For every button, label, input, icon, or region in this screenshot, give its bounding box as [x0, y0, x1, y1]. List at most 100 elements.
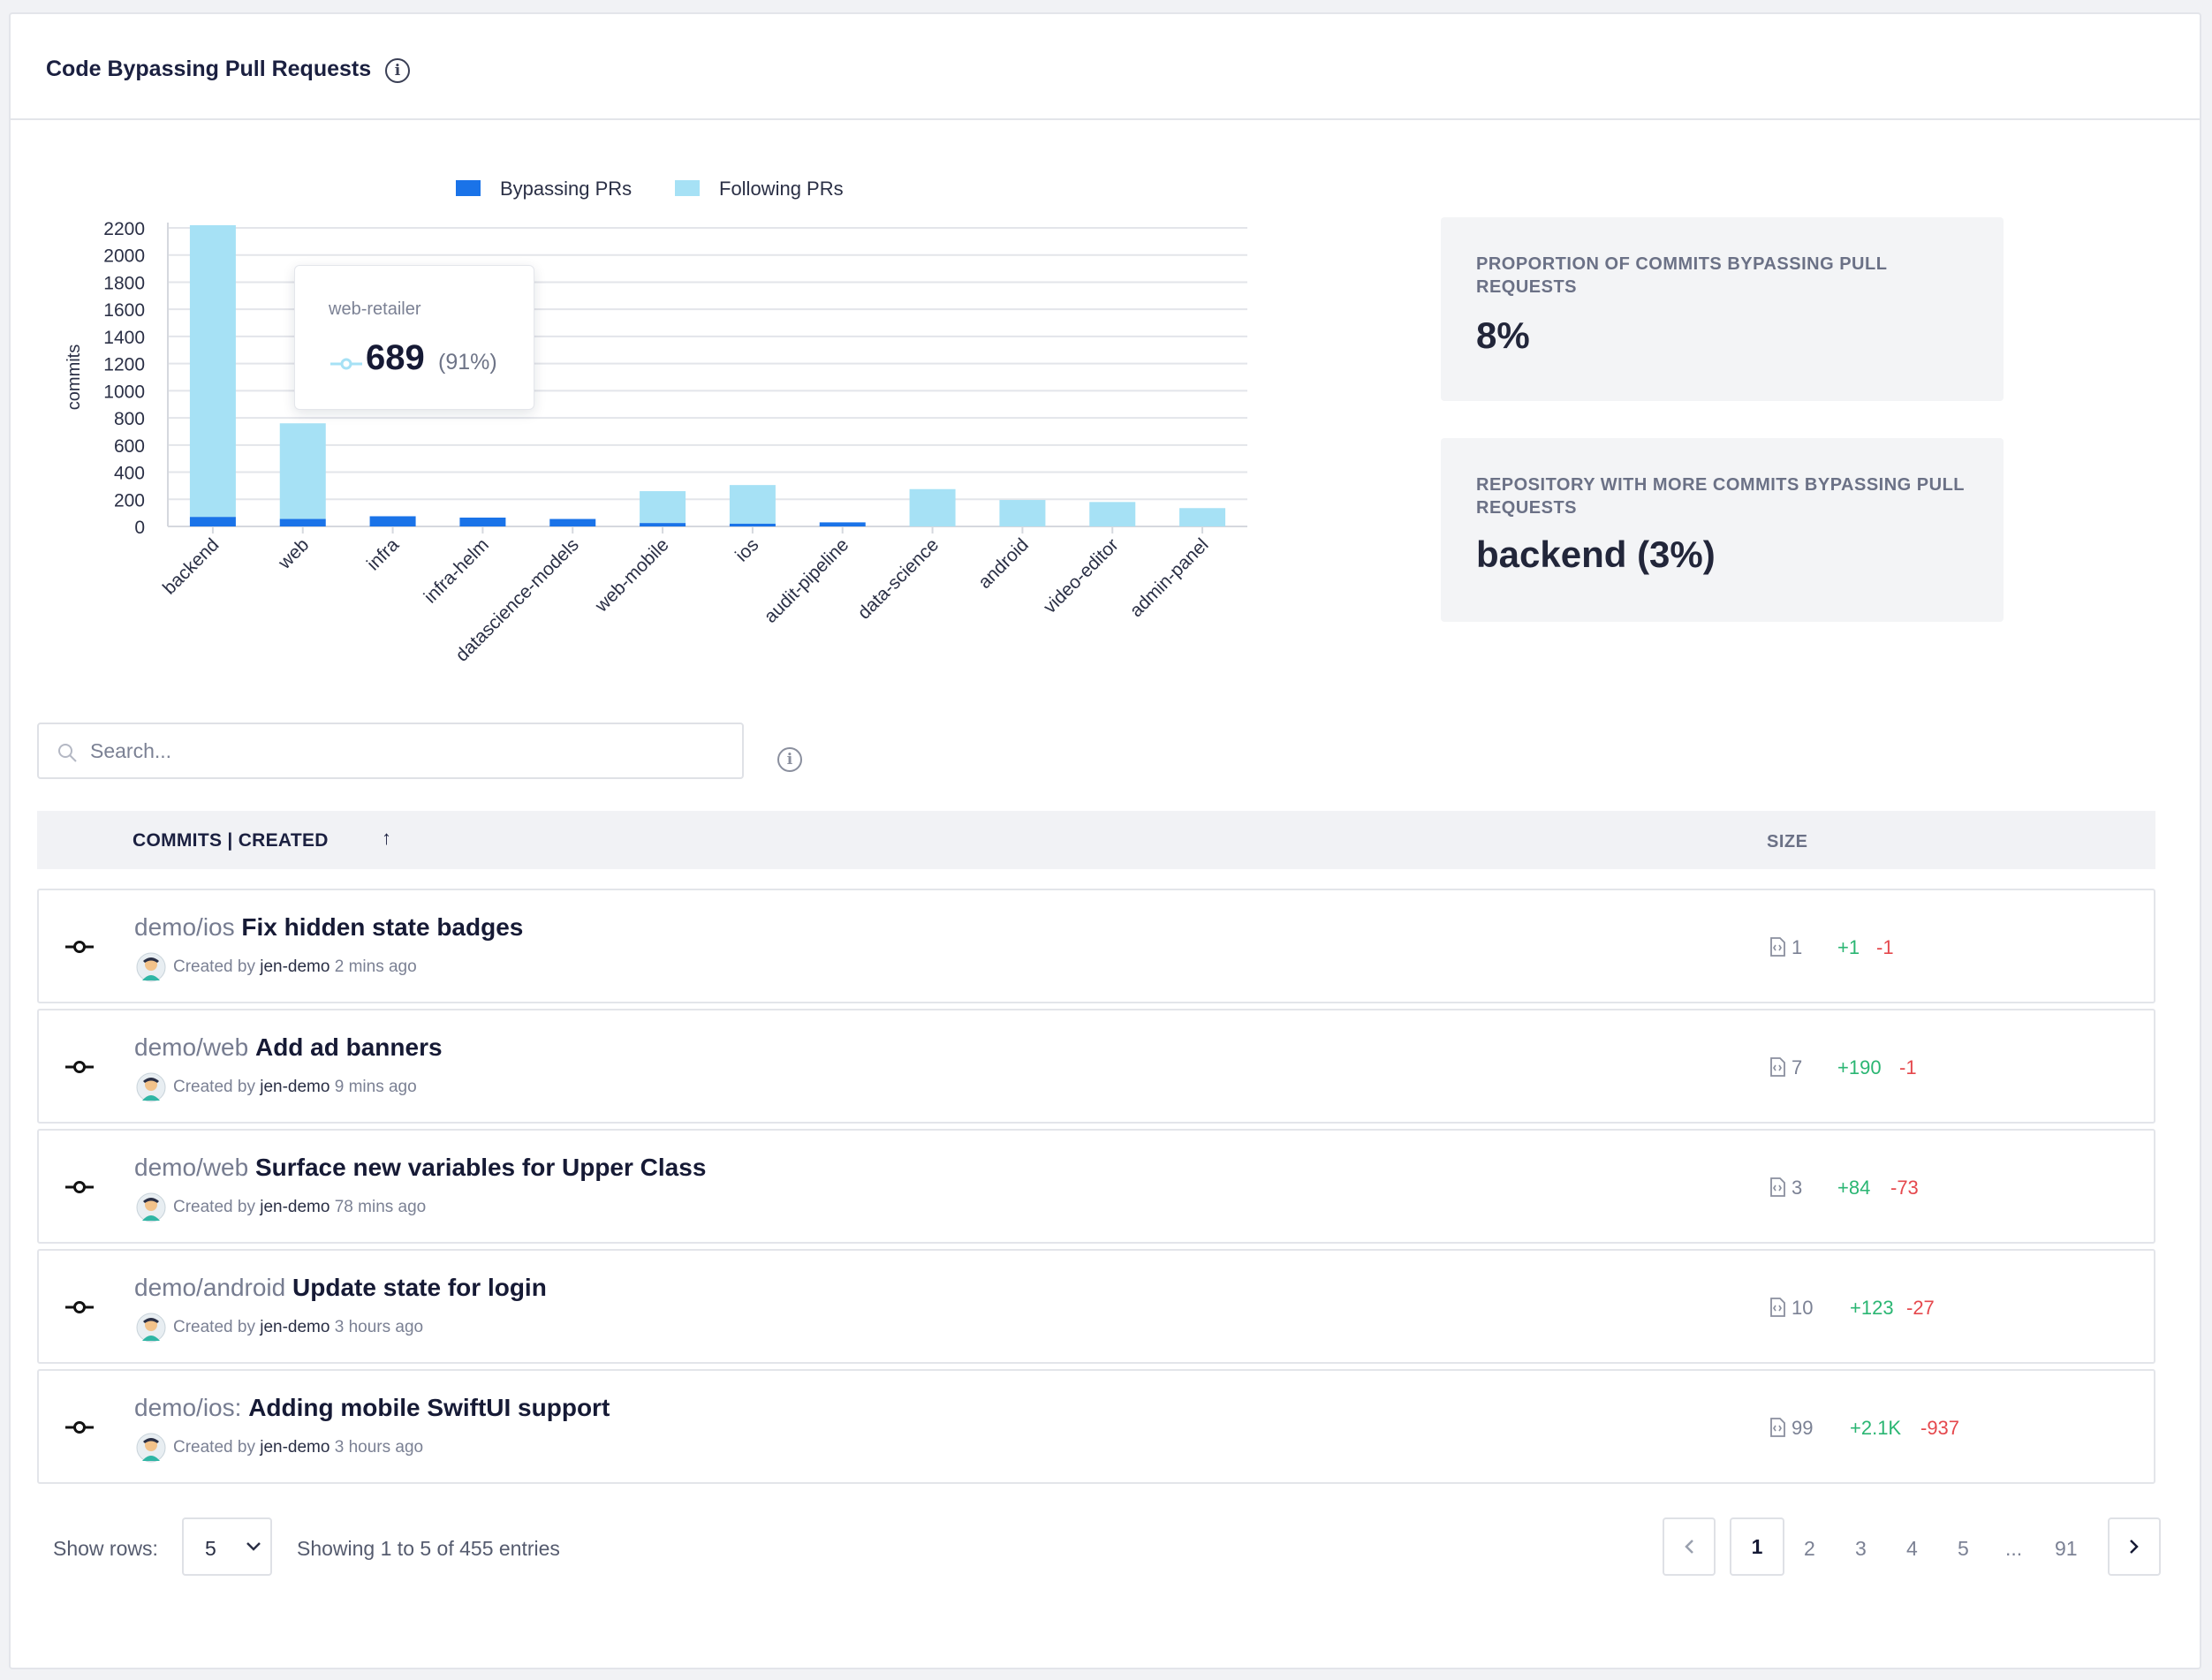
bar-bypassing-backend[interactable] — [189, 517, 236, 526]
commit-time: 3 hours ago — [334, 1438, 424, 1457]
legend-swatch-bypassing[interactable] — [456, 180, 481, 196]
table-row[interactable]: demo/ios Fix hidden state badges Created … — [37, 889, 2155, 1003]
lines-removed: -937 — [1920, 1417, 1960, 1439]
commit-author[interactable]: jen-demo — [260, 957, 330, 976]
legend-label-bypassing[interactable]: Bypassing PRs — [500, 178, 632, 200]
files-changed: 7 — [1792, 1056, 1803, 1078]
created-by-label: Created by — [173, 1198, 255, 1216]
lines-removed: -27 — [1906, 1297, 1935, 1319]
bar-following-admin-panel[interactable] — [1179, 508, 1226, 526]
table-row[interactable]: demo/web Add ad banners Created by jen-de… — [37, 1009, 2155, 1124]
table-row[interactable]: demo/android Update state for login Creat… — [37, 1249, 2155, 1364]
stat-label: REPOSITORY WITH MORE COMMITS BYPASSING P… — [1476, 475, 1965, 518]
table-row[interactable]: demo/web Surface new variables for Upper… — [37, 1129, 2155, 1244]
x-tick-label-audit-pipeline: audit-pipeline — [761, 534, 853, 627]
previous-page-button[interactable] — [1663, 1517, 1716, 1576]
show-rows-label: Show rows: — [53, 1537, 158, 1560]
table-row[interactable]: demo/ios: Adding mobile SwiftUI support C… — [37, 1369, 2155, 1484]
rows-per-page-value: 5 — [205, 1537, 216, 1560]
files-changed: 3 — [1792, 1177, 1803, 1199]
chevron-right-icon — [2130, 1540, 2139, 1554]
x-tick-label-web-mobile: web-mobile — [591, 534, 673, 617]
commit-author[interactable]: jen-demo — [260, 1318, 330, 1336]
bar-bypassing-infra-helm[interactable] — [459, 518, 506, 526]
commit-message[interactable]: Update state for login — [292, 1274, 547, 1301]
bar-bypassing-infra[interactable] — [369, 516, 416, 526]
commit-repo[interactable]: demo/ios: — [134, 1394, 241, 1421]
bar-bypassing-web[interactable] — [279, 518, 326, 526]
x-tick-label-ios: ios — [731, 534, 762, 565]
y-tick-label: 800 — [114, 409, 145, 429]
commit-title[interactable]: demo/android Update state for login — [134, 1274, 547, 1302]
page-current[interactable]: 1 — [1730, 1517, 1784, 1576]
commit-meta: Created by jen-demo 3 hours ago — [173, 1438, 423, 1457]
bar-bypassing-audit-pipeline[interactable] — [819, 522, 866, 526]
rows-per-page-select[interactable]: 5 — [182, 1517, 272, 1576]
page-5[interactable]: 5 — [1958, 1537, 1969, 1561]
page-91[interactable]: 91 — [2055, 1537, 2078, 1561]
bar-following-android[interactable] — [999, 500, 1046, 526]
bar-following-web[interactable] — [279, 423, 326, 519]
column-size[interactable]: SIZE — [1767, 832, 1807, 852]
bar-following-web-mobile[interactable] — [640, 491, 686, 524]
commit-title[interactable]: demo/ios Fix hidden state badges — [134, 913, 523, 942]
created-by-label: Created by — [173, 1078, 255, 1096]
stat-card-top-repository: REPOSITORY WITH MORE COMMITS BYPASSING P… — [1441, 438, 2004, 622]
bar-following-video-editor[interactable] — [1089, 502, 1136, 526]
commit-meta: Created by jen-demo 78 mins ago — [173, 1198, 426, 1217]
x-tick-label-backend: backend — [159, 534, 223, 598]
commit-time: 9 mins ago — [334, 1078, 417, 1096]
chevron-down-icon — [246, 1542, 261, 1551]
sort-ascending-icon[interactable]: ↑ — [382, 827, 391, 850]
commit-repo[interactable]: demo/web — [134, 1033, 248, 1061]
entries-summary: Showing 1 to 5 of 455 entries — [297, 1537, 560, 1560]
tooltip-value: 689 — [366, 338, 425, 377]
column-commits-created[interactable]: COMMITS | CREATED — [133, 830, 329, 851]
commit-message[interactable]: Fix hidden state badges — [241, 913, 523, 941]
bar-following-data-science[interactable] — [909, 488, 956, 526]
legend-label-following[interactable]: Following PRs — [719, 178, 844, 200]
bar-bypassing-web-mobile[interactable] — [640, 523, 686, 526]
x-tick-label-web: web — [274, 534, 313, 573]
avatar — [136, 1192, 166, 1222]
page-4[interactable]: 4 — [1906, 1537, 1918, 1561]
search-box — [37, 723, 744, 779]
files-changed: 10 — [1792, 1297, 1814, 1319]
chevron-left-icon — [1685, 1540, 1693, 1554]
page-2[interactable]: 2 — [1804, 1537, 1815, 1561]
commit-message[interactable]: Add ad banners — [255, 1033, 443, 1061]
commit-repo[interactable]: demo/ios — [134, 913, 235, 941]
commit-author[interactable]: jen-demo — [260, 1438, 330, 1457]
bar-bypassing-ios[interactable] — [729, 523, 776, 526]
page-3[interactable]: 3 — [1855, 1537, 1867, 1561]
stat-card-proportion: PROPORTION OF COMMITS BYPASSING PULL REQ… — [1441, 217, 2004, 401]
file-code-icon — [1770, 1418, 1785, 1437]
commit-title[interactable]: demo/web Surface new variables for Upper… — [134, 1154, 706, 1182]
legend-swatch-following[interactable] — [675, 180, 700, 196]
bar-following-ios[interactable] — [729, 485, 776, 524]
panel-header: Code Bypassing Pull Requests i — [11, 14, 2200, 120]
bar-following-backend[interactable] — [189, 224, 236, 518]
avatar — [136, 1433, 166, 1463]
lines-removed: -1 — [1876, 936, 1894, 958]
commit-message[interactable]: Adding mobile SwiftUI support — [248, 1394, 610, 1421]
lines-added: +84 — [1837, 1177, 1871, 1199]
commit-repo[interactable]: demo/web — [134, 1154, 248, 1181]
next-page-button[interactable] — [2108, 1517, 2161, 1576]
commit-title[interactable]: demo/ios: Adding mobile SwiftUI support — [134, 1394, 610, 1422]
files-changed: 99 — [1792, 1417, 1814, 1439]
commit-repo[interactable]: demo/android — [134, 1274, 285, 1301]
search-input[interactable] — [90, 733, 726, 768]
info-icon[interactable]: i — [385, 58, 410, 83]
file-code-icon — [1770, 937, 1785, 957]
y-tick-label: 1000 — [103, 382, 145, 402]
commit-author[interactable]: jen-demo — [260, 1078, 330, 1096]
commit-message[interactable]: Surface new variables for Upper Class — [255, 1154, 706, 1181]
commit-title[interactable]: demo/web Add ad banners — [134, 1033, 443, 1062]
avatar — [136, 1313, 166, 1343]
commit-author[interactable]: jen-demo — [260, 1198, 330, 1216]
y-tick-label: 1400 — [103, 328, 145, 348]
x-tick-label-android: android — [974, 534, 1033, 593]
bar-bypassing-datascience-models[interactable] — [549, 518, 596, 526]
search-info-icon[interactable]: i — [777, 747, 802, 772]
